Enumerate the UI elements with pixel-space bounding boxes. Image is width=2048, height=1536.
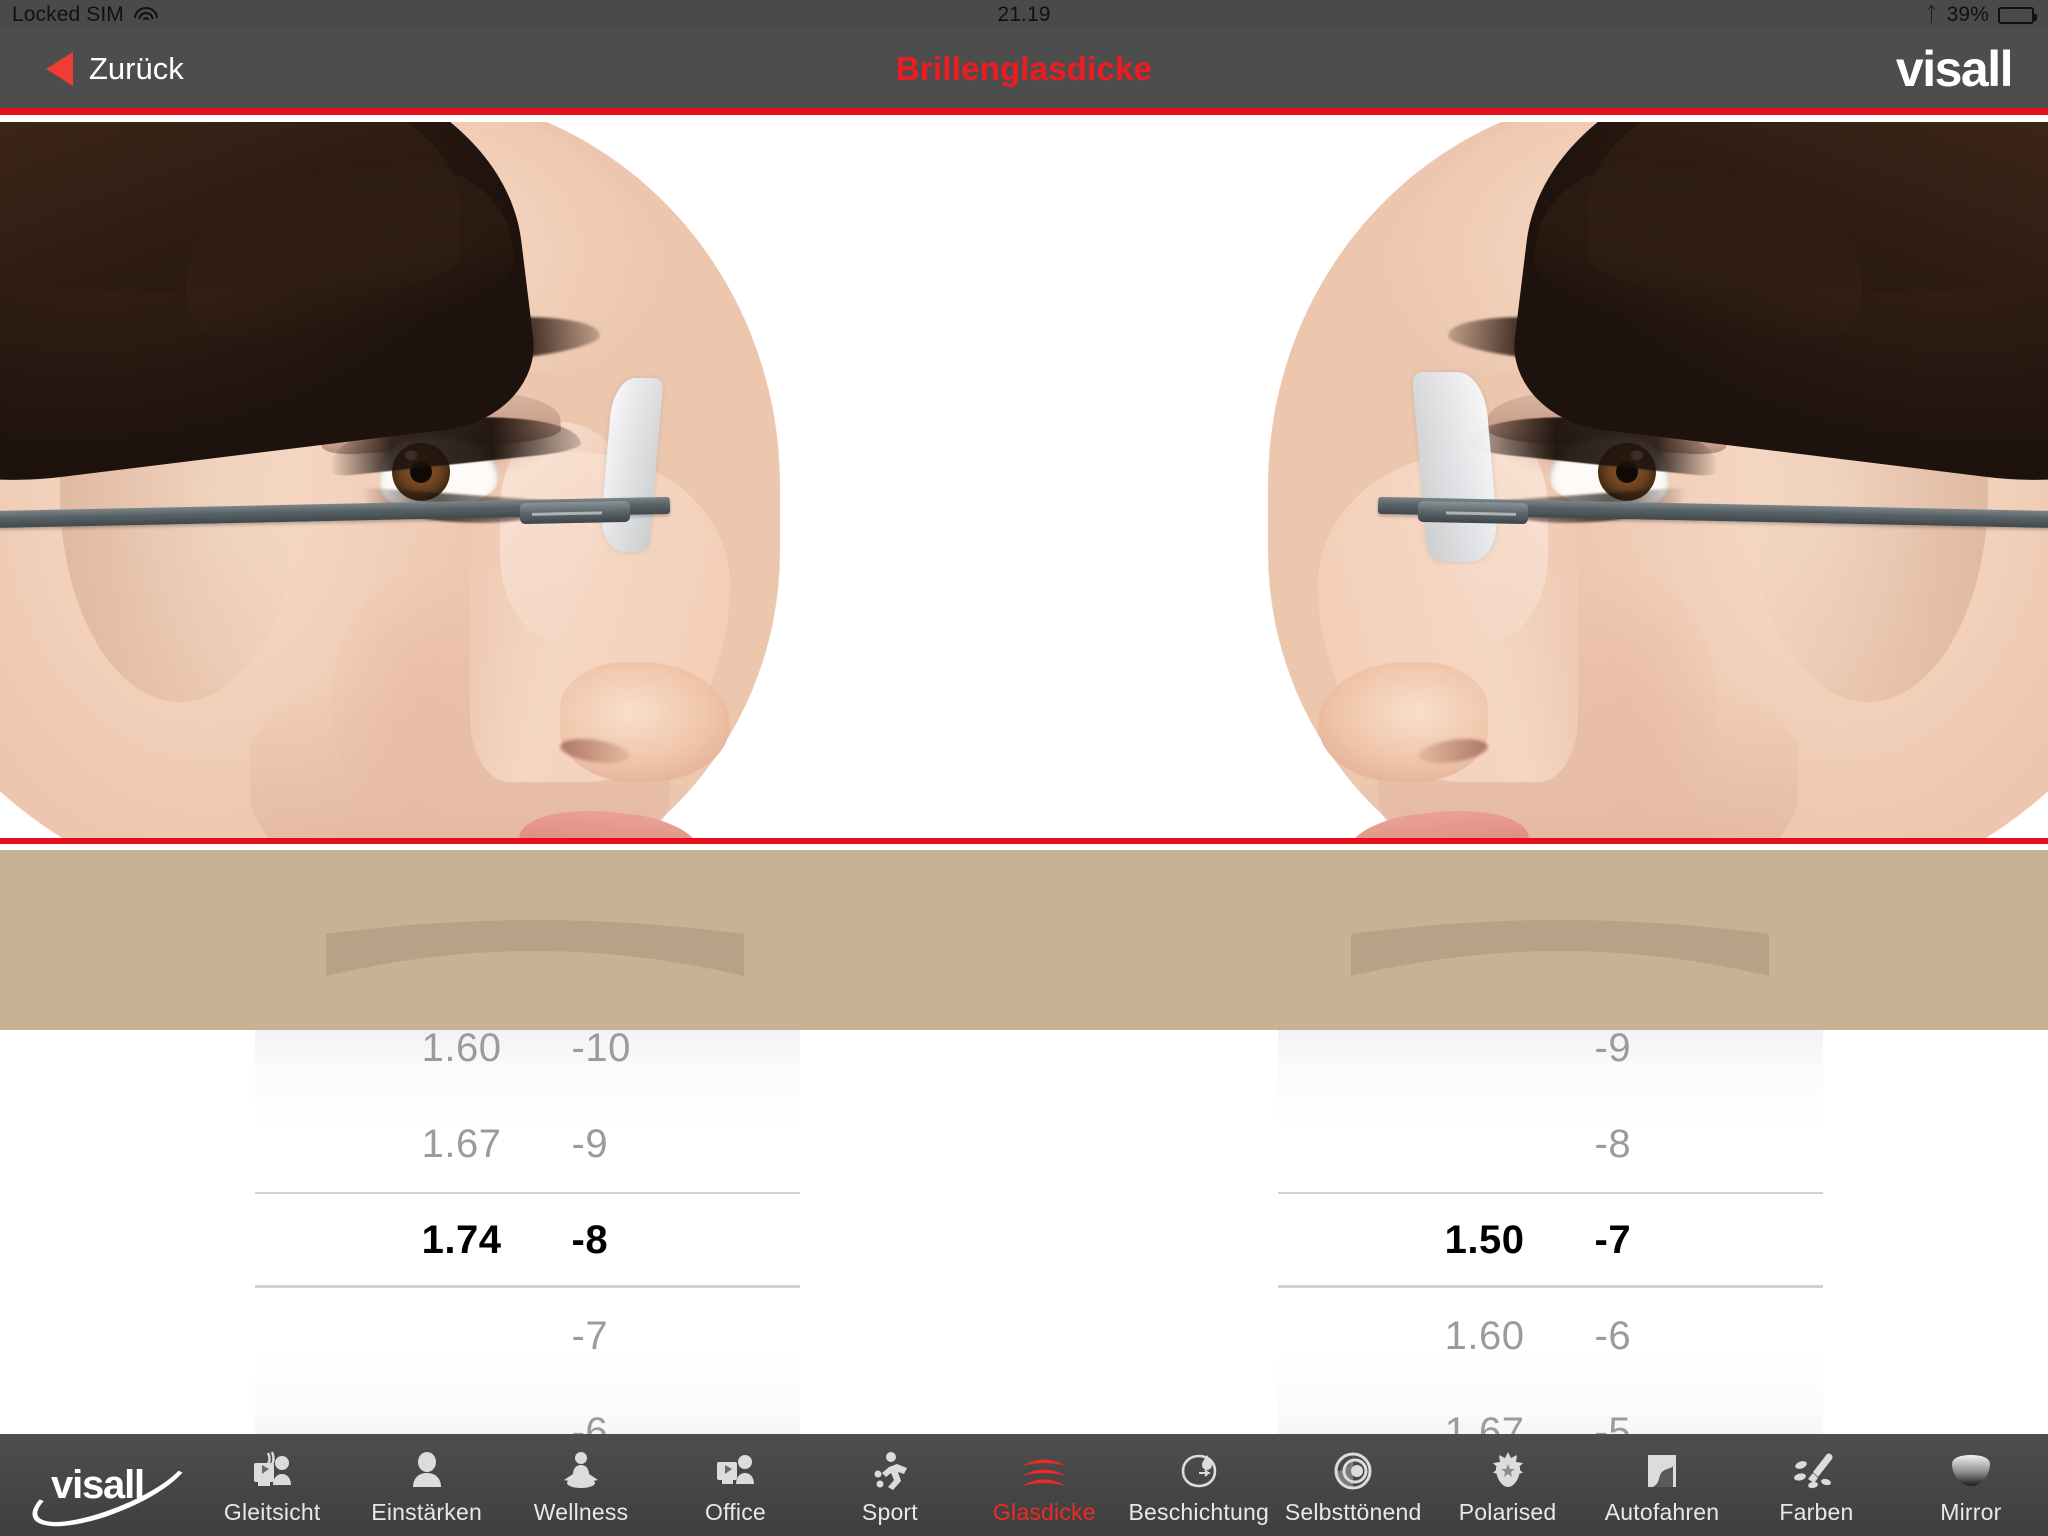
picker-left-power-row-0[interactable]: -10 xyxy=(528,1000,801,1096)
tab-label: Einstärken xyxy=(371,1499,482,1525)
tab-label: Office xyxy=(705,1499,766,1525)
picker-left-index-row-0[interactable]: 1.60 xyxy=(255,1000,528,1096)
tab-wellness[interactable]: Wellness xyxy=(504,1434,658,1536)
lens-comparison-stage xyxy=(0,122,2048,844)
picker-left-power-row-3[interactable]: -7 xyxy=(528,1288,801,1384)
lens-cross-section-left xyxy=(320,910,750,980)
tab-polarised[interactable]: Polarised xyxy=(1430,1434,1584,1536)
face-profile-right xyxy=(1024,122,2048,838)
tab-gleitsicht[interactable]: Gleitsicht xyxy=(195,1434,349,1536)
tab-label: Autofahren xyxy=(1604,1499,1720,1525)
tab-farben[interactable]: Farben xyxy=(1739,1434,1893,1536)
temple-hinge-right xyxy=(1417,500,1529,525)
picker-right-index-row-3[interactable]: 1.60 xyxy=(1278,1288,1551,1384)
picker-right[interactable]: 1.50 1.60 1.67 -9 -8 -7 -6 -5 xyxy=(1278,1026,1824,1454)
picker-right-index-row-1[interactable] xyxy=(1278,1096,1551,1192)
polarised-sun-icon xyxy=(1487,1448,1529,1494)
picker-left[interactable]: 1.60 1.67 1.74 -10 -9 -8 -7 -6 xyxy=(255,1026,801,1454)
mirror-lens-icon xyxy=(1947,1448,1995,1494)
face-profile-left xyxy=(0,122,1024,838)
tab-label: Mirror xyxy=(1940,1499,2002,1525)
picker-left-index-row-1[interactable]: 1.67 xyxy=(255,1096,528,1192)
coating-drop-icon xyxy=(1177,1448,1221,1494)
picker-right-power-row-3[interactable]: -6 xyxy=(1551,1288,1824,1384)
battery-icon xyxy=(1998,6,2037,24)
lens-cross-section-right xyxy=(1345,910,1775,980)
running-person-icon xyxy=(869,1448,911,1494)
tab-list: Gleitsicht Einstärken Wellness Office Sp… xyxy=(195,1434,2048,1536)
picker-right-selection-band xyxy=(1278,1192,1823,1288)
progressive-lens-icon xyxy=(251,1448,293,1494)
tab-einst-rken[interactable]: Einstärken xyxy=(349,1434,503,1536)
picker-left-index-row-3[interactable] xyxy=(255,1288,528,1384)
tab-office[interactable]: Office xyxy=(658,1434,812,1536)
app-root: Locked SIM 21.19 ᛏ 39% Zurück Brillengla… xyxy=(0,0,2048,1536)
picker-area: 1.60 1.67 1.74 -10 -9 -8 -7 -6 1.50 1.60 xyxy=(0,1026,2048,1454)
tab-sport[interactable]: Sport xyxy=(813,1434,967,1536)
bottom-tab-bar: visall Gleitsicht Einstärken Wellness Of… xyxy=(0,1428,2048,1536)
page-title: Brillenglasdicke xyxy=(895,50,1153,87)
picker-right-power-row-0[interactable]: -9 xyxy=(1551,1000,1824,1096)
tab-glasdicke[interactable]: Glasdicke xyxy=(967,1434,1121,1536)
picker-right-index-row-0[interactable] xyxy=(1278,1000,1551,1096)
tab-label: Beschichtung xyxy=(1128,1499,1269,1525)
tab-label: Farben xyxy=(1779,1499,1854,1525)
tab-label: Wellness xyxy=(533,1499,629,1525)
tabbar-brand-logo[interactable]: visall xyxy=(0,1428,200,1536)
temple-hinge-left xyxy=(519,500,631,525)
tab-label: Glasdicke xyxy=(992,1499,1096,1525)
status-bar-clock: 21.19 xyxy=(997,3,1051,26)
picker-right-power-row-1[interactable]: -8 xyxy=(1551,1096,1824,1192)
picker-left-selection-band xyxy=(255,1192,800,1288)
tabbar-brand-label: visall xyxy=(51,1462,145,1507)
tab-label: Gleitsicht xyxy=(223,1499,321,1525)
tab-mirror[interactable]: Mirror xyxy=(1894,1434,2048,1536)
tab-beschichtung[interactable]: Beschichtung xyxy=(1122,1434,1276,1536)
lens-thickness-icon xyxy=(1018,1448,1070,1494)
navigation-bar: Zurück Brillenglasdicke visall xyxy=(0,30,2048,115)
single-vision-icon xyxy=(406,1448,448,1494)
paint-brush-icon xyxy=(1793,1448,1839,1494)
meditation-icon xyxy=(560,1448,602,1494)
status-bar: Locked SIM 21.19 ᛏ 39% xyxy=(0,0,2048,30)
tab-autofahren[interactable]: Autofahren xyxy=(1585,1434,1739,1536)
tab-label: Polarised xyxy=(1458,1499,1557,1525)
tab-label: Sport xyxy=(861,1499,918,1525)
tab-label: Selbsttönend xyxy=(1284,1499,1422,1525)
tab-selbstt-nend[interactable]: Selbsttönend xyxy=(1276,1434,1430,1536)
office-monitor-icon xyxy=(714,1448,756,1494)
picker-left-power-row-1[interactable]: -9 xyxy=(528,1096,801,1192)
photochromic-icon xyxy=(1332,1448,1374,1494)
driving-road-icon xyxy=(1641,1448,1683,1494)
